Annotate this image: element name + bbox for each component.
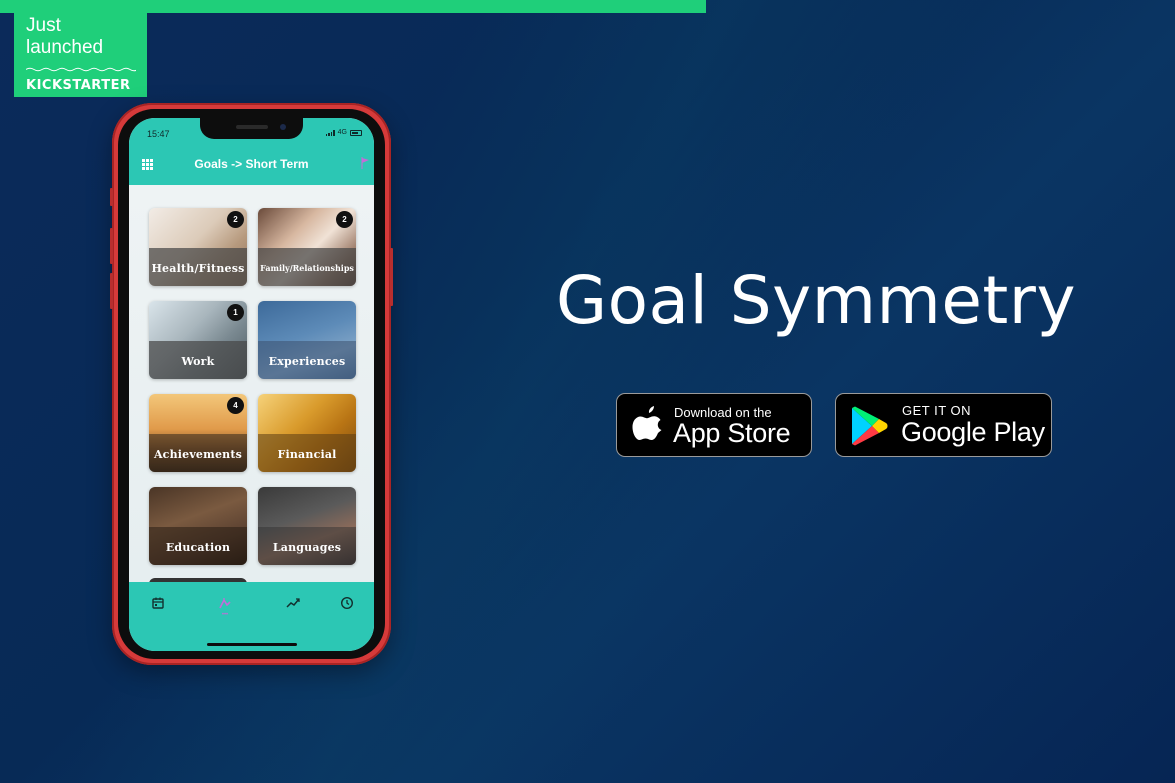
tile-label: Languages [272,541,342,554]
tile-label: Financial [277,448,337,461]
phone-mute-switch [110,188,113,206]
google-play-big-text: Google Play [901,417,1045,447]
count-badge: 1 [227,304,244,321]
tab-goals[interactable]: ••• [213,596,237,626]
count-badge: 2 [336,211,353,228]
calendar-icon [152,597,164,609]
app-title: Goal Symmetry [556,262,1076,339]
kickstarter-badge[interactable]: Just launched KICKSTARTER [14,13,147,97]
apple-logo-icon [632,406,662,440]
top-accent-strip [0,0,706,13]
goals-icon [219,598,231,609]
phone-mockup: 15:47 4G Goals -> Short Term Health/Fitn… [110,103,393,665]
speaker-grille [236,125,268,129]
network-label: 4G [337,129,347,136]
tile-languages[interactable]: Languages [258,487,356,565]
signal-icon [325,129,335,136]
tab-calendar[interactable] [146,596,170,626]
status-time: 15:47 [147,129,170,139]
google-play-logo-icon [852,406,888,446]
app-store-big-text: App Store [673,418,791,448]
count-badge: 2 [227,211,244,228]
phone-notch [200,118,303,139]
google-play-small-text: GET IT ON [902,403,972,418]
tile-label: Education [165,541,231,554]
wave-divider-icon [25,67,139,72]
goal-category-grid: Health/Fitness 2 Family/Relationships 2 … [129,185,374,584]
tile-label: Health/Fitness [151,262,245,275]
app-store-button[interactable]: Download on the App Store [616,393,812,457]
phone-volume-down [110,273,113,309]
flag-icon[interactable] [360,155,370,171]
tab-goals-label: ••• [221,612,229,618]
tile-work[interactable]: Work 1 [149,301,247,379]
tile-label: Achievements [153,448,243,461]
clock-icon [340,596,354,610]
tile-achievements[interactable]: Achievements 4 [149,394,247,472]
google-play-button[interactable]: GET IT ON Google Play [835,393,1052,457]
tile-education[interactable]: Education [149,487,247,565]
tab-history[interactable] [335,596,359,626]
home-indicator[interactable] [207,643,297,646]
tile-label: Family/Relationships [260,263,354,273]
phone-power-button [390,248,393,306]
tile-family-relationships[interactable]: Family/Relationships 2 [258,208,356,286]
status-indicators: 4G [325,129,362,136]
front-camera [280,124,286,130]
bottom-tab-bar: ••• [129,582,374,651]
screen-title: Goals -> Short Term [194,157,309,171]
tile-health-fitness[interactable]: Health/Fitness 2 [149,208,247,286]
trending-icon [286,598,300,608]
phone-screen: 15:47 4G Goals -> Short Term Health/Fitn… [129,118,374,651]
tab-progress[interactable] [281,596,305,626]
tile-financial[interactable]: Financial [258,394,356,472]
tile-label: Work [181,355,215,368]
tile-experiences[interactable]: Experiences [258,301,356,379]
tile-label: Experiences [268,355,346,368]
count-badge: 4 [227,397,244,414]
badge-line-2: launched [26,37,104,58]
badge-line-1: Just [26,15,61,36]
kickstarter-wordmark: KICKSTARTER [26,78,131,93]
phone-volume-up [110,228,113,264]
battery-icon [350,129,362,136]
